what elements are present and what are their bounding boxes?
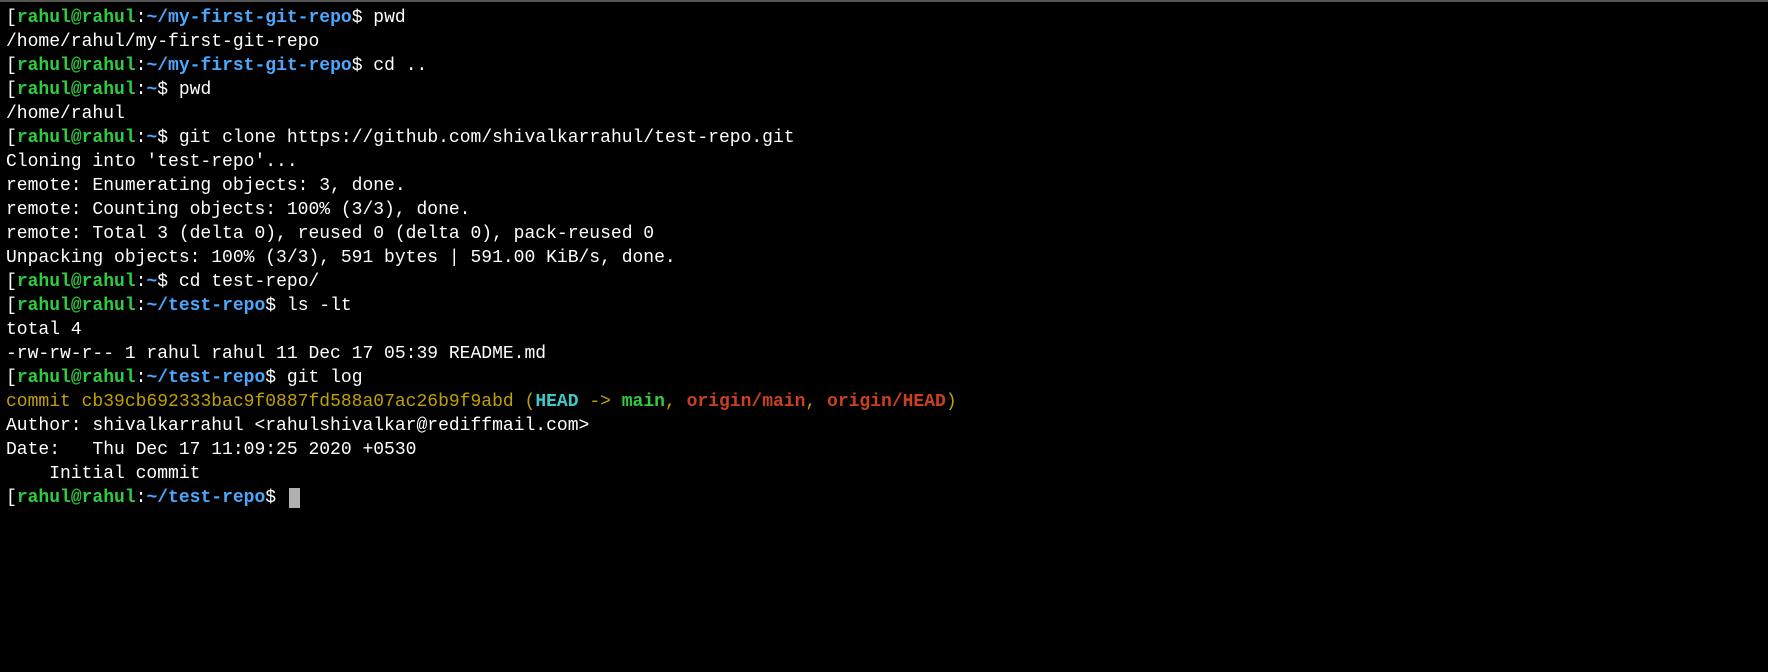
output-pwd: /home/rahul	[6, 102, 1762, 126]
command-text: pwd	[179, 80, 211, 100]
user-host: rahul@rahul	[17, 56, 136, 76]
dollar-sign: $	[265, 296, 287, 316]
cwd-path: ~/test-repo	[146, 368, 265, 388]
dollar-sign: $	[352, 8, 374, 28]
commit-hash: cb39cb692333bac9f0887fd588a07ac26b9f9abd	[82, 392, 514, 412]
output-author: Author: shivalkarrahul <rahulshivalkar@r…	[6, 414, 1762, 438]
prompt-line-1: [rahul@rahul:~/my-first-git-repo$ pwd	[6, 6, 1762, 30]
user-host: rahul@rahul	[17, 272, 136, 292]
colon: :	[136, 8, 147, 28]
command-text: git log	[287, 368, 363, 388]
output-date: Date: Thu Dec 17 11:09:25 2020 +0530	[6, 438, 1762, 462]
output-unpacking: Unpacking objects: 100% (3/3), 591 bytes…	[6, 246, 1762, 270]
dollar-sign: $	[265, 488, 287, 508]
dollar-sign: $	[157, 128, 179, 148]
output-ls-total: total 4	[6, 318, 1762, 342]
output-counting: remote: Counting objects: 100% (3/3), do…	[6, 198, 1762, 222]
dollar-sign: $	[352, 56, 374, 76]
origin-main-ref: origin/main	[687, 392, 806, 412]
prompt-line-7: [rahul@rahul:~/test-repo$ git log	[6, 366, 1762, 390]
user-host: rahul@rahul	[17, 128, 136, 148]
output-ls-readme: -rw-rw-r-- 1 rahul rahul 11 Dec 17 05:39…	[6, 342, 1762, 366]
separator: ,	[665, 392, 687, 412]
separator: ,	[805, 392, 827, 412]
cwd-path: ~/test-repo	[146, 488, 265, 508]
user-host: rahul@rahul	[17, 8, 136, 28]
prompt-line-6: [rahul@rahul:~/test-repo$ ls -lt	[6, 294, 1762, 318]
prompt-line-4: [rahul@rahul:~$ git clone https://github…	[6, 126, 1762, 150]
command-text: cd ..	[373, 56, 427, 76]
cwd-path: ~/test-repo	[146, 296, 265, 316]
commit-label: commit	[6, 392, 82, 412]
bracket-open: [	[6, 488, 17, 508]
colon: :	[136, 56, 147, 76]
command-text: cd test-repo/	[179, 272, 319, 292]
command-text: pwd	[373, 8, 405, 28]
cwd-path: ~	[146, 272, 157, 292]
colon: :	[136, 368, 147, 388]
user-host: rahul@rahul	[17, 488, 136, 508]
cwd-path: ~/my-first-git-repo	[146, 56, 351, 76]
colon: :	[136, 296, 147, 316]
bracket-open: [	[6, 296, 17, 316]
output-enumerating: remote: Enumerating objects: 3, done.	[6, 174, 1762, 198]
output-commit-message: Initial commit	[6, 462, 1762, 486]
prompt-line-5: [rahul@rahul:~$ cd test-repo/	[6, 270, 1762, 294]
dollar-sign: $	[157, 272, 179, 292]
bracket-open: [	[6, 8, 17, 28]
command-text: git clone https://github.com/shivalkarra…	[179, 128, 795, 148]
cwd-path: ~	[146, 128, 157, 148]
terminal[interactable]: [rahul@rahul:~/my-first-git-repo$ pwd /h…	[6, 6, 1762, 510]
cwd-path: ~/my-first-git-repo	[146, 8, 351, 28]
git-commit-line: commit cb39cb692333bac9f0887fd588a07ac26…	[6, 390, 1762, 414]
cursor-icon	[289, 488, 300, 508]
colon: :	[136, 128, 147, 148]
dollar-sign: $	[265, 368, 287, 388]
prompt-line-3: [rahul@rahul:~$ pwd	[6, 78, 1762, 102]
cwd-path: ~	[146, 80, 157, 100]
bracket-open: [	[6, 368, 17, 388]
user-host: rahul@rahul	[17, 80, 136, 100]
output-pwd: /home/rahul/my-first-git-repo	[6, 30, 1762, 54]
colon: :	[136, 488, 147, 508]
paren-open: (	[514, 392, 536, 412]
colon: :	[136, 80, 147, 100]
origin-head-ref: origin/HEAD	[827, 392, 946, 412]
paren-close: )	[946, 392, 957, 412]
command-text: ls -lt	[287, 296, 352, 316]
user-host: rahul@rahul	[17, 368, 136, 388]
bracket-open: [	[6, 56, 17, 76]
bracket-open: [	[6, 80, 17, 100]
output-total: remote: Total 3 (delta 0), reused 0 (del…	[6, 222, 1762, 246]
arrow-icon: ->	[579, 392, 622, 412]
head-ref: HEAD	[535, 392, 578, 412]
bracket-open: [	[6, 128, 17, 148]
dollar-sign: $	[157, 80, 179, 100]
prompt-line-8[interactable]: [rahul@rahul:~/test-repo$	[6, 486, 1762, 510]
bracket-open: [	[6, 272, 17, 292]
prompt-line-2: [rahul@rahul:~/my-first-git-repo$ cd ..	[6, 54, 1762, 78]
user-host: rahul@rahul	[17, 296, 136, 316]
colon: :	[136, 272, 147, 292]
output-clone-into: Cloning into 'test-repo'...	[6, 150, 1762, 174]
main-branch: main	[622, 392, 665, 412]
